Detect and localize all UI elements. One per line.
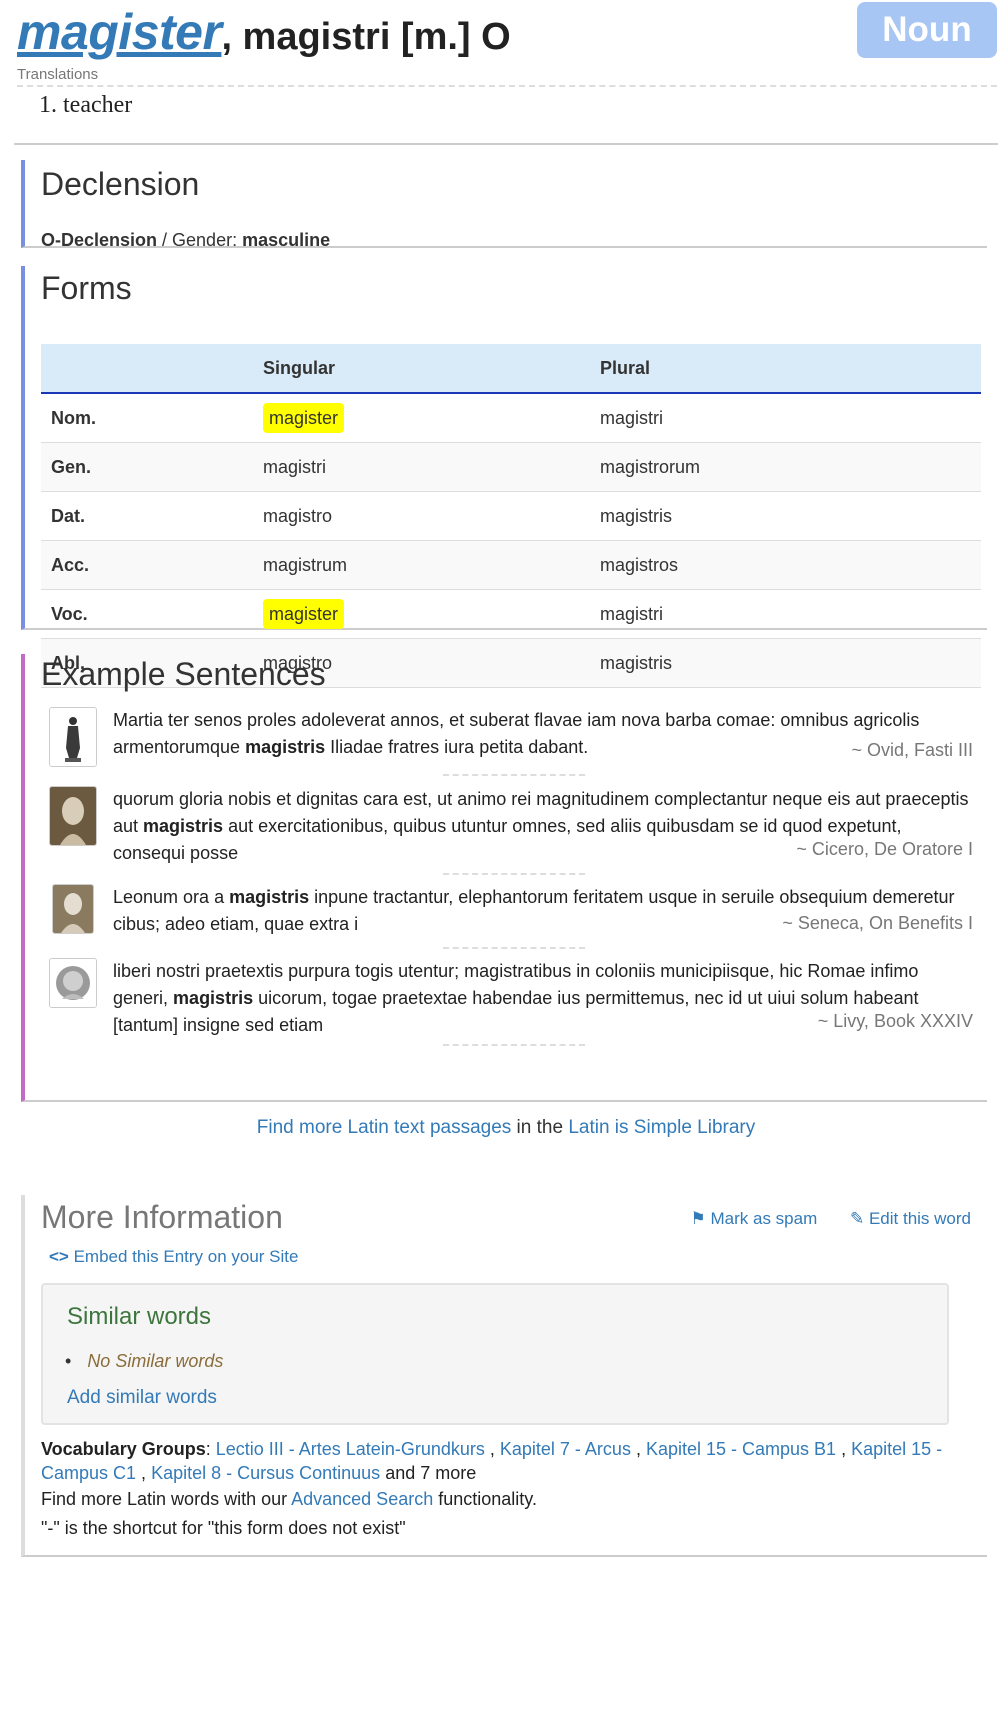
part-of-speech-badge: Noun: [857, 2, 997, 58]
highlighted-word: magistris: [229, 887, 310, 907]
declension-info: O-Declension / Gender: masculine: [41, 230, 330, 251]
advanced-search-note: Find more Latin words with our Advanced …: [41, 1489, 537, 1509]
table-row: Voc. magister magistri: [41, 589, 981, 639]
plural-cell: magistri: [599, 393, 981, 443]
more-groups-count: and 7 more: [380, 1463, 477, 1483]
vocabulary-groups-label: Vocabulary Groups: [41, 1439, 206, 1459]
highlighted-form: magister: [263, 402, 345, 433]
code-icon: <>: [49, 1247, 69, 1266]
example-source: ~ Livy, Book XXXIV: [817, 1011, 973, 1031]
singular-cell: magistrum: [262, 540, 599, 590]
plural-cell: magistri: [599, 589, 981, 639]
gender-label: / Gender:: [157, 230, 243, 250]
library-link[interactable]: Latin is Simple Library: [568, 1117, 755, 1138]
declension-type: O-Declension: [41, 230, 158, 250]
example-source: ~ Cicero, De Oratore I: [796, 839, 973, 859]
bullet-icon: •: [65, 1351, 72, 1371]
column-header: [41, 344, 262, 394]
similar-words-title: Similar words: [67, 1303, 212, 1330]
dictionary-entry-page: magister, magistri [m.] O Noun Translati…: [0, 0, 1004, 1732]
highlighted-word: magistris: [245, 737, 326, 757]
shortcut-note: "-" is the shortcut for "this form does …: [41, 1518, 406, 1538]
find-more-passages: Find more Latin text passages in the Lat…: [256, 1117, 756, 1138]
entry-header: magister, magistri [m.] O Noun Translati…: [14, 0, 998, 160]
plural-cell: magistris: [599, 491, 981, 541]
divider: [443, 947, 585, 949]
case-label: Voc.: [41, 589, 262, 639]
gender-value: masculine: [242, 230, 331, 250]
table-header-row: Singular Plural: [41, 344, 981, 394]
embed-entry-link[interactable]: <> Embed this Entry on your Site: [49, 1247, 298, 1267]
flag-icon: ⚑: [690, 1209, 706, 1228]
find-passages-link[interactable]: Find more Latin text passages: [257, 1117, 512, 1138]
table-row: Nom. magister magistri: [41, 393, 981, 443]
more-information-section: More Information ⚑ Mark as spam ✎ Edit t…: [21, 1195, 987, 1557]
advanced-search-link[interactable]: Advanced Search: [291, 1489, 433, 1509]
list-item: • No Similar words: [65, 1351, 224, 1371]
example-source: ~ Ovid, Fasti III: [851, 740, 973, 760]
singular-cell: magistri: [262, 442, 599, 492]
highlighted-word: magistris: [143, 816, 224, 836]
vocab-group-link[interactable]: Kapitel 15 - Campus B1: [646, 1439, 836, 1459]
edit-word-button[interactable]: ✎ Edit this word: [850, 1209, 971, 1228]
example-sentences-section: Example Sentences Martia ter senos prole…: [21, 654, 987, 1138]
table-row: Acc. magistrum magistros: [41, 540, 981, 590]
case-label: Nom.: [41, 393, 262, 443]
column-header: Singular: [262, 344, 599, 394]
translation-item: 1. teacher: [39, 92, 133, 118]
case-label: Acc.: [41, 540, 262, 590]
divider: [443, 873, 585, 875]
divider: [443, 1044, 585, 1046]
section-title: Forms: [41, 270, 132, 306]
mark-spam-button[interactable]: ⚑ Mark as spam: [691, 1209, 818, 1228]
divider: [14, 143, 998, 145]
table-row: Dat. magistro magistris: [41, 491, 981, 541]
column-header: Plural: [599, 344, 981, 394]
example-item: quorum gloria nobis et dignitas cara est…: [49, 786, 973, 876]
example-item: Leonum ora a magistris inpune tractantur…: [49, 884, 973, 954]
add-similar-words-link[interactable]: Add similar words: [67, 1387, 217, 1409]
singular-cell: magister: [262, 393, 599, 443]
example-item: liberi nostri praetextis purpura togis u…: [49, 958, 973, 1048]
highlighted-word: magistris: [173, 988, 254, 1008]
section-title: Declension: [41, 166, 200, 202]
entry-tools: ⚑ Mark as spam ✎ Edit this word: [663, 1209, 972, 1229]
headword-grammar: , magistri [m.] O: [221, 16, 511, 58]
declension-section: Declension O-Declension / Gender: mascul…: [21, 160, 987, 251]
highlighted-form: magister: [263, 598, 345, 629]
section-title: Example Sentences: [41, 656, 326, 692]
divider: [443, 774, 585, 776]
bust-portrait-icon[interactable]: [52, 884, 94, 934]
vocabulary-groups: Vocabulary Groups: Lectio III - Artes La…: [41, 1439, 943, 1483]
plural-cell: magistrorum: [599, 442, 981, 492]
forms-table: Singular Plural Nom. magister magistri G…: [41, 344, 981, 688]
singular-cell: magister: [262, 589, 599, 639]
example-text: Martia ter senos proles adoleverat annos…: [113, 710, 920, 757]
forms-section: Forms Singular Plural Nom. magister magi…: [21, 266, 987, 688]
case-label: Gen.: [41, 442, 262, 492]
case-label: Dat.: [41, 491, 262, 541]
headword-link[interactable]: magister: [17, 4, 222, 60]
bust-portrait-icon[interactable]: [49, 958, 97, 1008]
table-row: Gen. magistri magistrorum: [41, 442, 981, 492]
vocab-group-link[interactable]: Lectio III - Artes Latein-Grundkurs: [216, 1439, 485, 1459]
vocab-group-link[interactable]: Kapitel 7 - Arcus: [500, 1439, 631, 1459]
headword-row: magister, magistri [m.] O: [17, 2, 511, 67]
pencil-icon: ✎: [849, 1209, 865, 1228]
similar-words-panel: Similar words • No Similar words Add simi…: [41, 1283, 949, 1425]
section-title: More Information: [41, 1199, 283, 1235]
singular-cell: magistro: [262, 491, 599, 541]
example-source: ~ Seneca, On Benefits I: [782, 913, 973, 933]
statue-icon[interactable]: [49, 707, 97, 767]
bust-portrait-icon[interactable]: [49, 786, 97, 846]
plural-cell: magistros: [599, 540, 981, 590]
divider: [17, 85, 997, 87]
vocab-group-link[interactable]: Kapitel 8 - Cursus Continuus: [151, 1463, 380, 1483]
translations-label: Translations: [17, 66, 99, 83]
